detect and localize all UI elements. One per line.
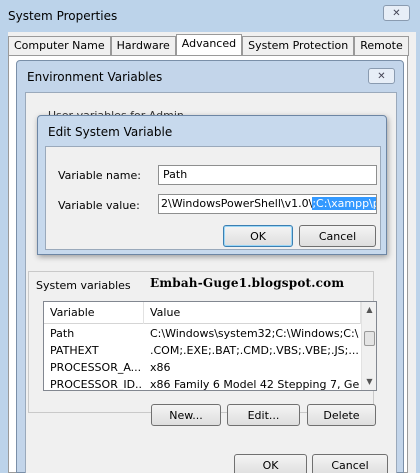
system-properties-tabs: Computer Name Hardware Advanced System P…: [8, 34, 409, 56]
system-properties-title: System Properties: [8, 9, 118, 23]
system-properties-close-button[interactable]: ✕: [383, 5, 410, 21]
row-value: x86 Family 6 Model 42 Stepping 7, Genu..…: [150, 378, 359, 391]
variable-value-label: Variable value:: [58, 199, 140, 212]
edit-dialog-title: Edit System Variable: [48, 125, 173, 139]
tab-system-protection[interactable]: System Protection: [242, 36, 355, 56]
edit-variable-button[interactable]: Edit...: [227, 404, 300, 426]
table-row[interactable]: Path C:\Windows\system32;C:\Windows;C:\.…: [44, 325, 361, 342]
new-variable-button[interactable]: New...: [151, 404, 221, 426]
table-row[interactable]: PROCESSOR_ID... x86 Family 6 Model 42 St…: [44, 376, 361, 391]
row-value: .COM;.EXE;.BAT;.CMD;.VBS;.VBE;.JS;....: [150, 344, 359, 357]
scroll-down-icon[interactable]: ▼: [362, 374, 376, 389]
row-variable: PATHEXT: [50, 344, 99, 357]
system-variables-list[interactable]: Variable Value Path C:\Windows\system32;…: [43, 301, 377, 391]
table-row[interactable]: PROCESSOR_A... x86: [44, 359, 361, 376]
list-scrollbar[interactable]: ▲ ▼: [361, 302, 376, 390]
scroll-up-icon[interactable]: ▲: [362, 302, 376, 317]
column-header-variable[interactable]: Variable: [44, 302, 144, 324]
edit-ok-button[interactable]: OK: [223, 225, 293, 247]
variable-value-text: 2\WindowsPowerShell\v1.0\: [161, 197, 313, 210]
tab-computer-name[interactable]: Computer Name: [8, 36, 111, 56]
scrollbar-thumb[interactable]: [364, 331, 375, 346]
row-variable: Path: [50, 327, 75, 340]
row-variable: PROCESSOR_ID...: [50, 378, 142, 391]
row-value: x86: [150, 361, 171, 374]
edit-cancel-button[interactable]: Cancel: [299, 225, 376, 247]
variable-value-selected-text: ;C:\xampp\php: [312, 197, 376, 210]
row-value: C:\Windows\system32;C:\Windows;C:\...: [150, 327, 359, 340]
variable-name-label: Variable name:: [58, 169, 141, 182]
row-variable: PROCESSOR_A...: [50, 361, 142, 374]
watermark-text: Embah-Guge1.blogspot.com: [150, 276, 345, 290]
tab-hardware[interactable]: Hardware: [110, 36, 176, 56]
table-row[interactable]: PATHEXT .COM;.EXE;.BAT;.CMD;.VBS;.VBE;.J…: [44, 342, 361, 359]
delete-variable-button[interactable]: Delete: [307, 404, 376, 426]
tab-remote[interactable]: Remote: [354, 36, 409, 56]
environment-cancel-button[interactable]: Cancel: [312, 454, 388, 473]
environment-ok-button[interactable]: OK: [234, 454, 307, 473]
column-header-value[interactable]: Value: [144, 302, 361, 324]
close-icon: ✕: [377, 70, 386, 82]
environment-variables-title: Environment Variables: [27, 70, 163, 84]
close-icon: ✕: [392, 7, 401, 19]
edit-system-variable-dialog: Edit System Variable Variable name: Path…: [37, 115, 387, 255]
list-header: Variable Value: [44, 302, 361, 324]
edit-dialog-body: Variable name: Path Variable value: 2\Wi…: [45, 146, 381, 250]
variable-value-field[interactable]: 2\WindowsPowerShell\v1.0\;C:\xampp\php: [158, 194, 377, 214]
environment-variables-close-button[interactable]: ✕: [368, 68, 395, 84]
tab-advanced[interactable]: Advanced: [175, 34, 243, 56]
system-variables-label: System variables: [36, 279, 133, 292]
variable-name-field[interactable]: Path: [158, 165, 377, 185]
